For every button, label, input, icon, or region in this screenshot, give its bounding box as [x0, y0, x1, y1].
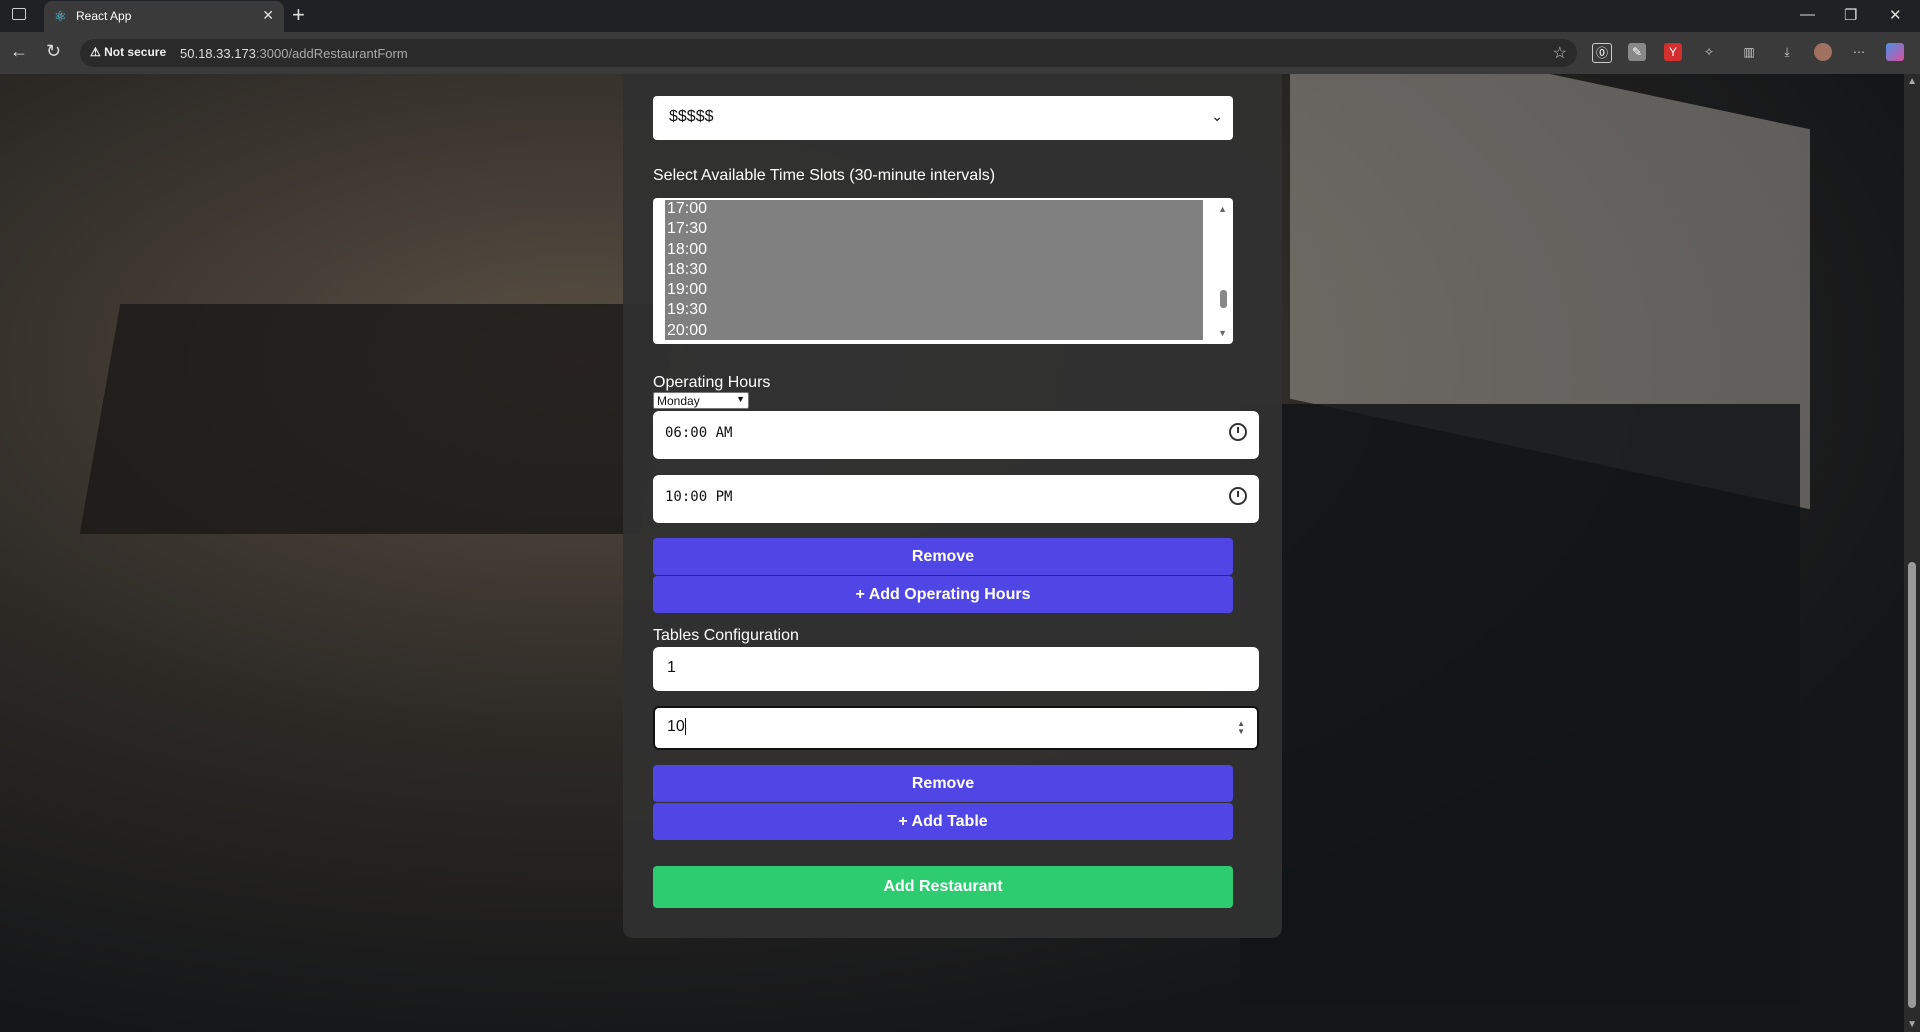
number-spinner-icon[interactable]: ▲ ▼ [1237, 720, 1245, 736]
add-restaurant-form: $$$$$ ⌄ Select Available Time Slots (30-… [623, 74, 1282, 938]
time-slot-option[interactable]: 17:00 [665, 200, 1203, 220]
security-warning[interactable]: ⚠ Not secure [90, 45, 166, 59]
extension-icon[interactable]: ⓪ [1592, 43, 1612, 63]
background-image [79, 304, 681, 534]
listbox-scrollbar[interactable]: ▲ ▼ [1213, 200, 1231, 340]
scroll-up-icon[interactable]: ▲ [1907, 76, 1917, 87]
address-bar[interactable]: ⚠ Not secure 50.18.33.173:3000/addRestau… [80, 39, 1577, 67]
listbox-scroll-thumb[interactable] [1220, 290, 1227, 308]
new-tab-icon[interactable]: + [292, 4, 305, 26]
add-table-button[interactable]: + Add Table [653, 803, 1233, 840]
tab-title: React App [76, 9, 132, 23]
page-viewport: $$$$$ ⌄ Select Available Time Slots (30-… [0, 74, 1920, 1032]
add-operating-hours-button[interactable]: + Add Operating Hours [653, 576, 1233, 613]
table-capacity-value: 10 [667, 718, 685, 735]
page-scroll-thumb[interactable] [1908, 562, 1916, 1008]
minimize-icon[interactable]: — [1800, 6, 1815, 23]
restore-icon[interactable]: ❐ [1844, 6, 1857, 24]
time-slot-option[interactable]: 17:30 [665, 220, 1203, 240]
split-screen-icon[interactable]: ▥ [1740, 43, 1758, 61]
time-slot-option[interactable]: 19:30 [665, 301, 1203, 321]
reload-icon[interactable]: ↻ [46, 41, 61, 62]
extensions-puzzle-icon[interactable]: ✧ [1700, 43, 1718, 61]
table-capacity-input[interactable]: 10 ▲ ▼ [653, 706, 1259, 750]
more-menu-icon[interactable]: ⋯ [1850, 43, 1868, 61]
browser-tab-strip: ⚛ React App ✕ + — ❐ ✕ [0, 0, 1920, 32]
time-slots-label: Select Available Time Slots (30-minute i… [653, 167, 996, 184]
clock-icon[interactable] [1229, 423, 1247, 441]
tables-configuration-label: Tables Configuration [653, 627, 799, 644]
copilot-icon[interactable] [1886, 43, 1904, 61]
scroll-down-icon[interactable]: ▼ [1907, 1019, 1917, 1030]
close-window-icon[interactable]: ✕ [1889, 6, 1902, 24]
add-restaurant-button[interactable]: Add Restaurant [653, 866, 1233, 908]
time-slot-option[interactable]: 19:00 [665, 281, 1203, 301]
open-time-value: 06:00 AM [665, 425, 733, 441]
browser-toolbar: ← ↻ ⚠ Not secure 50.18.33.173:3000/addRe… [0, 32, 1920, 74]
extension-icon[interactable]: ✎ [1628, 43, 1646, 61]
back-icon[interactable]: ← [10, 41, 28, 62]
table-number-value: 1 [667, 659, 676, 676]
operating-hours-label: Operating Hours [653, 374, 771, 391]
scroll-up-icon[interactable]: ▲ [1218, 204, 1227, 214]
time-slot-option[interactable]: 18:30 [665, 261, 1203, 281]
chevron-down-icon: ▼ [736, 394, 745, 404]
remove-table-button[interactable]: Remove [653, 765, 1233, 802]
profile-avatar[interactable] [1814, 43, 1832, 61]
day-select[interactable]: Monday ▼ [653, 392, 749, 409]
tab-actions-icon[interactable] [12, 8, 26, 20]
background-image [1240, 404, 1800, 1004]
close-time-value: 10:00 PM [665, 489, 733, 505]
price-range-select[interactable]: $$$$$ ⌄ [653, 96, 1233, 140]
price-range-value: $$$$$ [669, 108, 714, 125]
time-slot-option[interactable]: 20:00 [665, 322, 1203, 340]
clock-icon[interactable] [1229, 487, 1247, 505]
close-tab-icon[interactable]: ✕ [262, 7, 274, 24]
day-value: Monday [657, 394, 700, 408]
extension-icon[interactable]: Y [1664, 43, 1682, 61]
url-text[interactable]: 50.18.33.173:3000/addRestaurantForm [180, 46, 408, 61]
remove-hours-button[interactable]: Remove [653, 538, 1233, 575]
chevron-down-icon: ⌄ [1211, 108, 1223, 124]
downloads-icon[interactable]: ⤓ [1778, 43, 1796, 61]
scroll-down-icon[interactable]: ▼ [1218, 328, 1227, 338]
table-number-input[interactable]: 1 [653, 647, 1259, 691]
page-scrollbar[interactable]: ▲ ▼ [1904, 74, 1920, 1032]
time-slots-list: 17:00 17:30 18:00 18:30 19:00 19:30 20:00 [665, 200, 1203, 340]
time-slots-listbox[interactable]: 17:00 17:30 18:00 18:30 19:00 19:30 20:00 ▲ ▼ [653, 198, 1233, 344]
time-slot-option[interactable]: 18:00 [665, 241, 1203, 261]
open-time-input[interactable]: 06:00 AM [653, 411, 1259, 459]
bookmark-star-icon[interactable]: ☆ [1553, 43, 1567, 63]
react-favicon-icon: ⚛ [54, 8, 67, 24]
browser-tab[interactable]: ⚛ React App ✕ [44, 1, 284, 32]
close-time-input[interactable]: 10:00 PM [653, 475, 1259, 523]
text-caret [684, 718, 686, 736]
